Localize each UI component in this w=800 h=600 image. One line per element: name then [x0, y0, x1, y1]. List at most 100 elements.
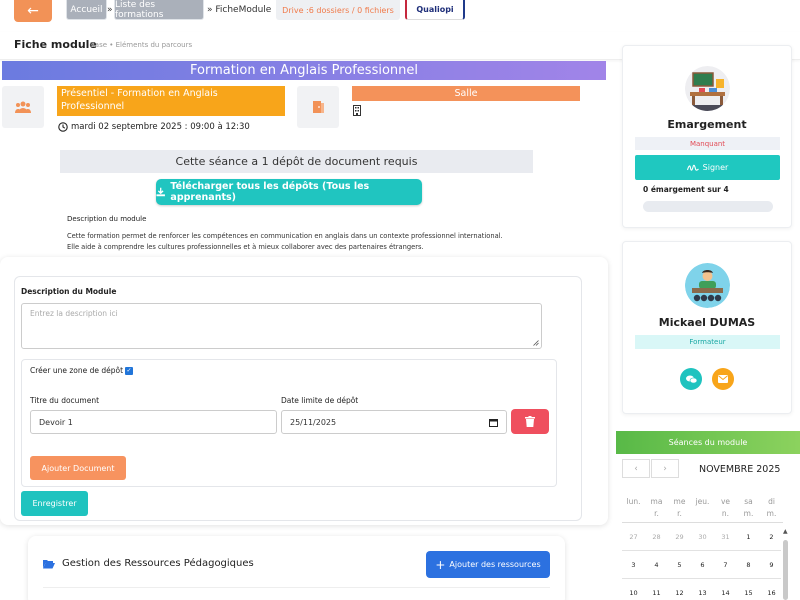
chat-icon — [685, 375, 697, 383]
deadline-label: Date limite de dépôt — [281, 396, 359, 405]
download-all-button[interactable]: Télécharger tous les dépôts (Tous les ap… — [156, 179, 422, 205]
deadline-value: 25/11/2025 — [290, 417, 337, 427]
deposit-zone-row: Créer une zone de dépôt ✓ — [30, 366, 134, 375]
delete-document-button[interactable] — [511, 409, 549, 434]
trash-icon — [525, 416, 535, 427]
doc-title-value: Devoir 1 — [39, 417, 73, 427]
description-textarea[interactable]: Entrez la description ici — [21, 303, 542, 349]
breadcrumb: Base • Eléments du parcours — [90, 41, 193, 49]
calendar-weekdays: lun. ma r. me r. jeu. ve n. sa m. di m. — [622, 496, 783, 520]
calendar-day[interactable]: 7 — [714, 561, 737, 569]
qualiopi-button[interactable]: Qualiopi — [405, 0, 465, 20]
description-line: Cette formation permet de renforcer les … — [67, 232, 503, 240]
calendar-header: Séances du module — [616, 431, 800, 454]
calendar-day[interactable]: 1 — [737, 533, 760, 541]
arrow-left-icon: ← — [27, 3, 39, 19]
door-icon — [313, 101, 324, 113]
emargement-title: Emargement — [667, 118, 747, 131]
calendar-day[interactable]: 14 — [714, 589, 737, 597]
calendar-icon[interactable] — [489, 418, 498, 427]
page-title: Fiche module — [14, 38, 97, 51]
calendar-day[interactable]: 4 — [645, 561, 668, 569]
calendar-day[interactable]: 30 — [691, 533, 714, 541]
breadcrumb-liste-formations[interactable]: Liste des formations — [114, 0, 204, 20]
calendar-day[interactable]: 3 — [622, 561, 645, 569]
calendar-day[interactable]: 15 — [737, 589, 760, 597]
room-label: Salle — [352, 86, 580, 101]
calendar-next-button[interactable]: › — [651, 459, 679, 478]
back-button[interactable]: ← — [14, 0, 52, 22]
emargement-progress-bar — [643, 201, 773, 212]
calendar-day[interactable]: 29 — [668, 533, 691, 541]
breadcrumb-current: » FicheModule — [207, 5, 272, 15]
calendar-day[interactable]: 16 — [760, 589, 783, 597]
weekday-header: lun. — [626, 497, 641, 506]
resources-header: Gestion des Ressources Pédagogiques — [43, 558, 254, 569]
session-date: mardi 02 septembre 2025 : 09:00 à 12:30 — [58, 122, 250, 132]
deposit-zone-label: Créer une zone de dépôt — [30, 366, 124, 375]
calendar-day[interactable]: 31 — [714, 533, 737, 541]
resources-title: Gestion des Ressources Pédagogiques — [62, 558, 254, 569]
calendar-day[interactable]: 8 — [737, 561, 760, 569]
calendar-day[interactable]: 5 — [668, 561, 691, 569]
email-button[interactable] — [712, 368, 734, 390]
doc-title-input[interactable]: Devoir 1 — [30, 410, 277, 434]
weekday-header: me r. — [673, 497, 686, 518]
weekday-header: jeu. — [695, 497, 710, 506]
calendar-week-row: 27 28 29 30 31 1 2 — [622, 523, 783, 551]
calendar-day[interactable]: 13 — [691, 589, 714, 597]
folder-open-icon — [43, 559, 55, 568]
plus-icon: + — [435, 557, 446, 572]
doc-title-label: Titre du document — [30, 396, 100, 405]
download-icon — [156, 187, 165, 197]
calendar-day[interactable]: 6 — [691, 561, 714, 569]
description-title: Description du module — [67, 215, 147, 223]
emargement-status-badge: Manquant — [635, 137, 780, 150]
classroom-illustration — [685, 66, 730, 111]
save-button[interactable]: Enregistrer — [21, 491, 88, 516]
calendar-month: NOVEMBRE 2025 — [699, 464, 781, 475]
building-icon — [353, 105, 361, 119]
trainer-avatar — [685, 263, 730, 308]
add-document-button[interactable]: Ajouter Document — [30, 456, 126, 480]
door-icon-box — [297, 86, 339, 128]
download-all-label: Télécharger tous les dépôts (Tous les ap… — [170, 181, 370, 203]
signature-icon — [686, 164, 699, 171]
deposit-zone-checkbox[interactable]: ✓ — [125, 366, 134, 375]
trainer-role-badge: Formateur — [635, 335, 780, 349]
sign-button[interactable]: Signer — [635, 155, 780, 180]
deposit-notice: Cette séance a 1 dépôt de document requi… — [60, 150, 533, 173]
breadcrumb-accueil[interactable]: Accueil — [66, 0, 107, 20]
description-text: Cette formation permet de renforcer les … — [67, 231, 547, 253]
session-banner: Formation en Anglais Professionnel — [2, 61, 606, 80]
deadline-input[interactable]: 25/11/2025 — [281, 410, 507, 434]
calendar-prev-button[interactable]: ‹ — [622, 459, 650, 478]
calendar-day[interactable]: 2 — [760, 533, 783, 541]
session-type-label: Présentiel - Formation en Anglais Profes… — [57, 86, 285, 116]
clock-icon — [58, 122, 68, 132]
description-placeholder: Entrez la description ici — [30, 309, 118, 318]
trainer-name: Mickael DUMAS — [658, 316, 756, 329]
calendar-day[interactable]: 27 — [622, 533, 645, 541]
drive-button[interactable]: Drive :6 dossiers / 0 fichiers — [276, 0, 400, 20]
scrollbar-thumb[interactable] — [783, 540, 788, 600]
weekday-header: ma r. — [650, 497, 663, 518]
calendar-day[interactable]: 9 — [760, 561, 783, 569]
envelope-icon — [718, 375, 728, 383]
add-resources-button[interactable]: + Ajouter des ressources — [426, 551, 550, 578]
weekday-header: sa m. — [743, 497, 754, 518]
resize-handle-icon[interactable] — [533, 340, 539, 346]
calendar-day[interactable]: 11 — [645, 589, 668, 597]
calendar-day[interactable]: 10 — [622, 589, 645, 597]
calendar-day[interactable]: 12 — [668, 589, 691, 597]
calendar-day[interactable]: 28 — [645, 533, 668, 541]
breadcrumb-separator: » — [107, 5, 113, 15]
description-module-label: Description du Module — [21, 287, 117, 296]
divider — [43, 587, 550, 588]
session-date-text: mardi 02 septembre 2025 : 09:00 à 12:30 — [71, 122, 250, 132]
calendar-week-row: 3456789 — [622, 551, 783, 579]
scroll-up-icon[interactable]: ▲ — [783, 528, 788, 535]
sign-label: Signer — [702, 163, 729, 172]
users-icon-box — [2, 86, 44, 128]
chat-button[interactable] — [680, 368, 702, 390]
